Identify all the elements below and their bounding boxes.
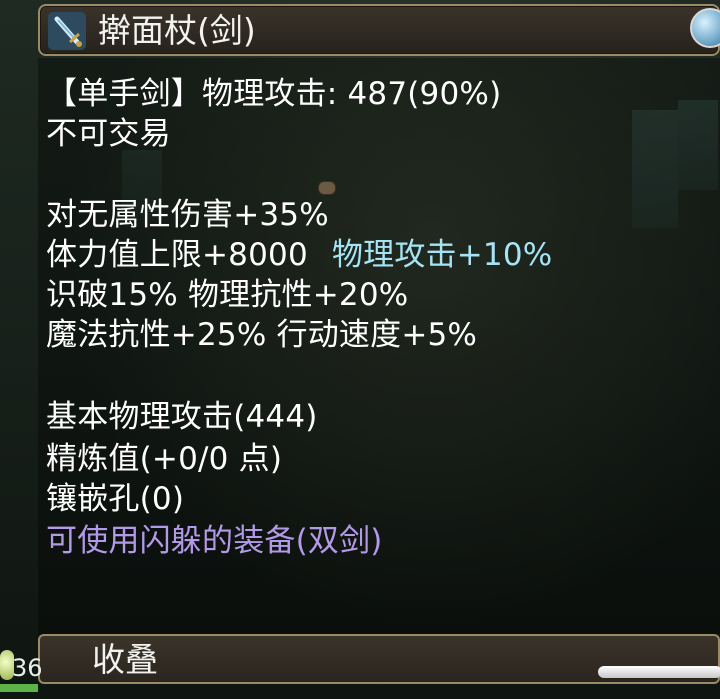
hp-bar [0, 684, 38, 692]
trade-status: 不可交易 [46, 116, 171, 152]
cursor-marker-icon [318, 181, 336, 195]
attribute-line: 识破15% 物理抗性+20% [46, 277, 409, 313]
socket-count: 镶嵌孔(0) [46, 481, 185, 517]
attribute-line: 魔法抗性+25% 行动速度+5% [46, 317, 478, 353]
attribute-line: 体力值上限+8000 物理攻击+10% [46, 236, 552, 274]
hp-bonus: 体力值上限+8000 [46, 237, 308, 273]
item-name: 擀面杖(剑) [98, 11, 256, 50]
equip-note: 可使用闪躲的装备(双剑) [46, 523, 383, 559]
weapon-type-attack: 【单手剑】物理攻击: 487(90%) [46, 76, 502, 112]
refine-value: 精炼值(+0/0 点) [46, 441, 283, 477]
collapse-button[interactable]: 收叠 [92, 640, 158, 680]
scrollbar[interactable] [598, 666, 720, 678]
level-text: 36 [12, 654, 43, 682]
base-attack: 基本物理攻击(444) [46, 399, 318, 435]
sword-icon [48, 12, 86, 50]
physical-attack-bonus: 物理攻击+10% [331, 237, 553, 273]
tooltip-title-bar: 擀面杖(剑) [38, 4, 720, 56]
tooltip-footer: 收叠 [38, 634, 720, 684]
attribute-line: 对无属性伤害+35% [46, 197, 329, 233]
